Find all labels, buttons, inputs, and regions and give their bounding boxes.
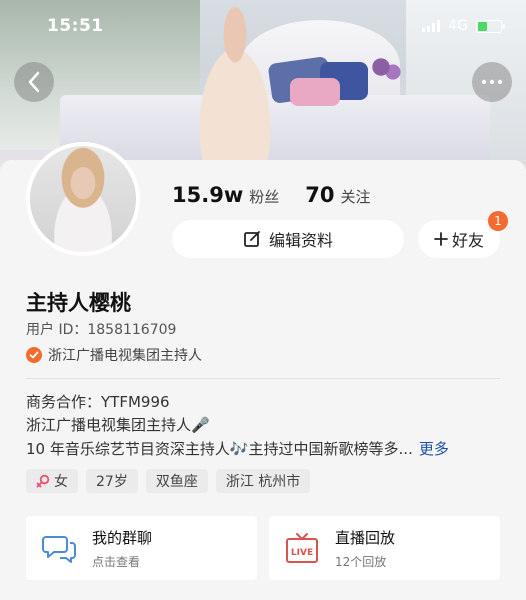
tag-zodiac: 双鱼座 [145,469,208,493]
edit-profile-button[interactable]: 编辑资料 [172,220,404,258]
edit-profile-label: 编辑资料 [268,231,333,250]
plus-icon [434,232,448,246]
female-icon [36,474,50,488]
fans-stat[interactable]: 15.9w 粉丝 [172,183,279,207]
tag-age: 27岁 [86,469,138,493]
more-dots-icon [481,79,503,85]
bio-text: 10 年音乐综艺节目资深主持人🎶主持过中国新歌榜等多... [26,440,413,458]
fans-label: 粉丝 [249,188,280,206]
verification: 浙江广播电视集团主持人 [26,345,202,365]
live-replay-card[interactable]: LIVE 直播回放 12个回放 [269,516,500,580]
profile-stats: 15.9w 粉丝 70 关注 [172,183,370,207]
profile-name: 主持人樱桃 [26,291,131,315]
live-replay-subtitle: 12个回放 [335,554,387,569]
tag-gender-label: 女 [54,474,68,490]
status-icons: 4G [422,18,505,34]
group-chat-card[interactable]: 我的群聊 点击查看 [26,516,257,580]
tag-gender: 女 [26,469,78,493]
add-friend-button[interactable]: 好友 [418,220,500,258]
live-icon: LIVE [286,533,318,563]
chevron-left-icon [28,71,40,93]
more-options-button[interactable] [472,62,512,102]
notification-badge: 1 [488,211,508,231]
signal-icon [422,20,441,32]
following-stat[interactable]: 70 关注 [305,183,370,207]
profile-tags: 女 27岁 双鱼座 浙江 杭州市 [26,469,311,493]
status-time: 15:51 [47,16,104,36]
edit-icon [244,231,260,247]
live-icon-text: LIVE [291,548,313,558]
network-type: 4G [448,18,468,34]
live-replay-title: 直播回放 [335,528,396,547]
following-label: 关注 [340,188,371,206]
battery-icon [476,19,505,33]
back-button[interactable] [14,62,54,102]
fans-count: 15.9w [172,183,244,207]
user-id[interactable]: 用户 ID：1858116709 [26,319,176,339]
tag-location: 浙江 杭州市 [215,469,311,493]
more-link[interactable]: 更多 [419,440,449,458]
bio-line-title: 浙江广播电视集团主持人🎤 [26,416,210,434]
following-count: 70 [305,183,335,207]
bio-line-description: 10 年音乐综艺节目资深主持人🎶主持过中国新歌榜等多... 更多 [26,438,449,459]
divider [26,378,500,379]
chat-icon [42,536,76,563]
avatar[interactable] [26,142,140,256]
verified-text: 浙江广播电视集团主持人 [48,348,202,364]
bio-line-business: 商务合作：YTFM996 [26,393,170,411]
group-chat-title: 我的群聊 [92,528,153,547]
group-chat-subtitle: 点击查看 [92,554,141,569]
verified-icon [26,347,42,363]
friend-label: 好友 [451,231,484,250]
